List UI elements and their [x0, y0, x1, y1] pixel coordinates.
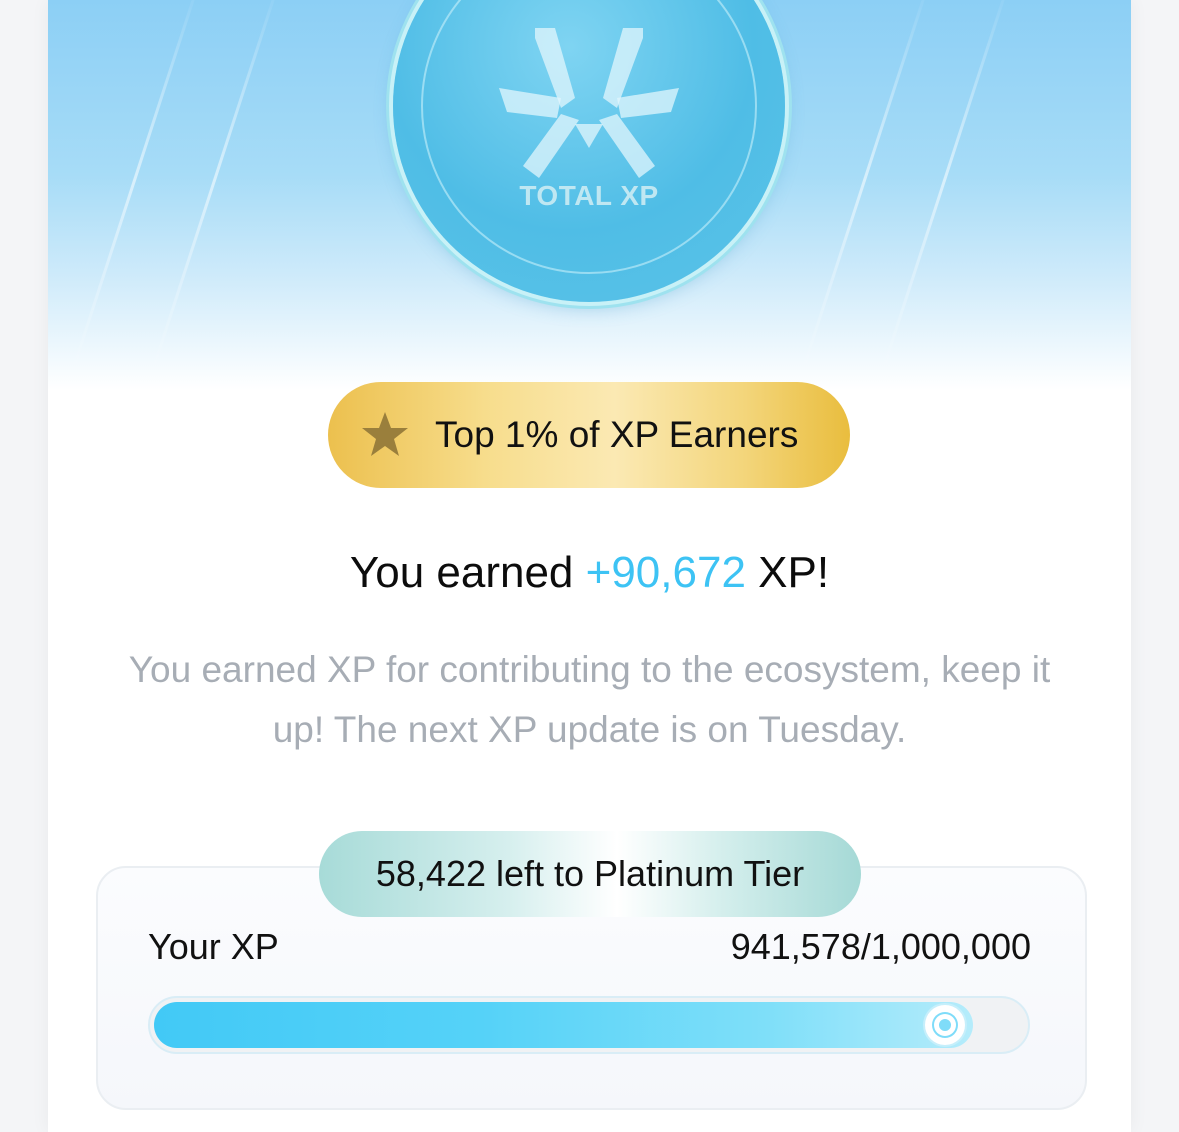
top-earners-badge: Top 1% of XP Earners — [328, 382, 850, 488]
coin-label: TOTAL XP — [519, 180, 659, 211]
your-xp-value: 941,578/1,000,000 — [730, 926, 1031, 967]
badge-text: Top 1% of XP Earners — [435, 414, 799, 455]
light-streak — [798, 0, 931, 381]
tier-remaining-text: 58,422 left to Platinum Tier — [375, 853, 805, 894]
light-streak — [148, 0, 281, 381]
hero-banner: TOTAL XP — [48, 0, 1131, 390]
tier-remaining-pill: 58,422 left to Platinum Tier — [319, 831, 861, 917]
xp-logo-icon — [499, 28, 679, 178]
your-xp-label: Your XP — [148, 926, 279, 967]
progress-knob — [925, 1005, 965, 1045]
xp-summary-card: TOTAL XP Top 1% of XP Earners You earned… — [48, 0, 1131, 1132]
star-icon — [362, 412, 408, 456]
light-streak — [68, 0, 201, 381]
light-streak — [878, 0, 1011, 381]
xp-progress-bar — [148, 996, 1030, 1054]
total-xp-coin: TOTAL XP — [393, 0, 785, 302]
earned-amount: +90,672 — [585, 548, 746, 597]
xp-progress-fill — [154, 1002, 973, 1048]
earned-suffix: XP! — [758, 548, 830, 597]
earned-prefix: You earned — [349, 548, 574, 597]
earned-description: You earned XP for contributing to the ec… — [128, 649, 1051, 750]
earned-heading: You earned +90,672 XP! — [48, 548, 1131, 598]
